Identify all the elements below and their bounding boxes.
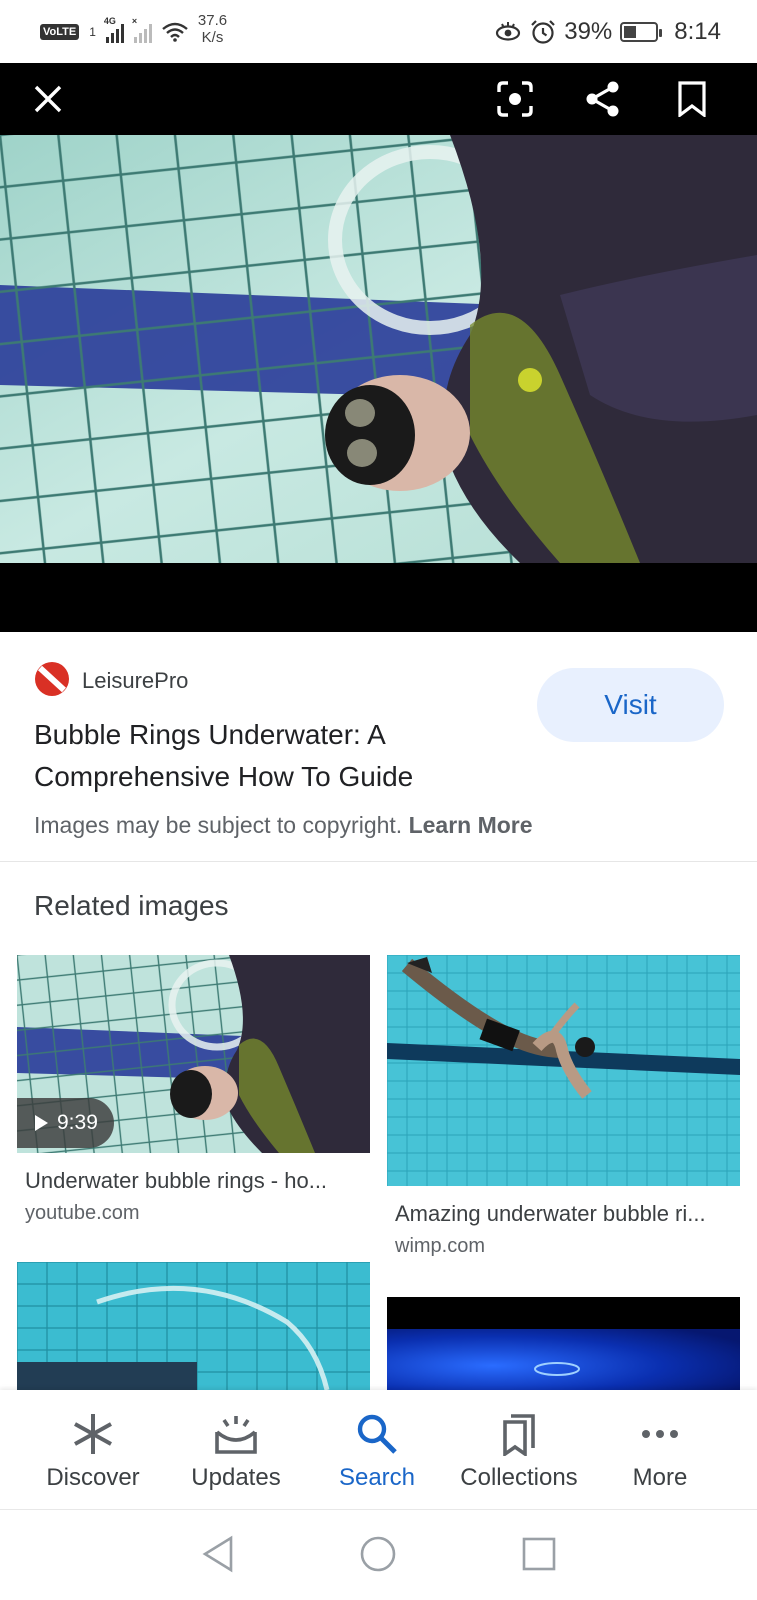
nav-more[interactable]: More [600, 1390, 720, 1509]
visit-button[interactable]: Visit [537, 668, 724, 742]
nav-label-search: Search [338, 1464, 416, 1491]
volte-badge: VoLTE [40, 24, 80, 40]
signal-no-service-icon: × [132, 16, 152, 43]
network-speed-value: 37.6 [197, 12, 228, 29]
asterisk-icon [74, 1414, 112, 1454]
related-title-2[interactable]: Amazing underwater bubble ri... [395, 1201, 706, 1227]
nav-collections[interactable]: Collections [449, 1390, 589, 1509]
home-button[interactable] [356, 1532, 400, 1576]
main-image-drawing [0, 135, 757, 563]
copyright-notice: Images may be subject to copyright. Lear… [34, 812, 533, 839]
related-thumb-2[interactable] [387, 955, 740, 1186]
more-icon [642, 1430, 678, 1438]
nav-updates[interactable]: Updates [176, 1390, 296, 1509]
related-card-3[interactable] [17, 1262, 370, 1390]
source-card: LeisurePro Bubble Rings Underwater: A Co… [0, 632, 757, 862]
clock: 8:14 [674, 18, 721, 45]
copyright-text: Images may be subject to copyright. [34, 812, 403, 838]
divider [0, 861, 757, 862]
close-icon [34, 85, 62, 113]
search-icon [357, 1414, 397, 1454]
video-duration-badge: 9:39 [17, 1098, 114, 1148]
nav-label-more: More [632, 1464, 688, 1491]
play-icon [35, 1115, 48, 1131]
network-type: 4G [103, 16, 116, 26]
related-card-4[interactable] [387, 1297, 740, 1390]
related-title-1[interactable]: Underwater bubble rings - ho... [25, 1168, 327, 1194]
share-icon [586, 81, 619, 117]
learn-more-link[interactable]: Learn More [409, 812, 533, 838]
related-thumb-4-drawing [387, 1297, 740, 1390]
back-button[interactable] [196, 1532, 240, 1576]
recents-button[interactable] [517, 1532, 561, 1576]
related-thumb-2-drawing [387, 955, 740, 1186]
share-button[interactable] [577, 73, 629, 125]
bookmark-button[interactable] [666, 73, 718, 125]
battery-icon [620, 22, 663, 42]
nav-discover[interactable]: Discover [33, 1390, 153, 1509]
wifi-icon [162, 22, 188, 42]
recents-icon [522, 1537, 556, 1571]
signal-strength-icon: 4G [104, 16, 124, 43]
updates-icon [215, 1416, 257, 1454]
status-left: VoLTE 1 4G × 37.6 K/s [40, 12, 227, 46]
nav-label-discover: Discover [46, 1464, 140, 1491]
leisurepro-logo-icon [35, 662, 69, 696]
close-button[interactable] [22, 73, 74, 125]
lens-button[interactable] [489, 73, 541, 125]
network-speed-unit: K/s [201, 29, 224, 46]
sim-indicator-icon: 1 [89, 25, 96, 39]
viewer-toolbar [0, 63, 757, 135]
status-right: 39% 8:14 [494, 18, 721, 46]
related-thumb-3-drawing [17, 1262, 370, 1390]
source-name[interactable]: LeisurePro [82, 668, 188, 694]
network-speed: 37.6 K/s [198, 12, 227, 46]
alarm-icon [531, 20, 556, 44]
video-duration: 9:39 [57, 1111, 98, 1134]
nav-label-updates: Updates [191, 1464, 281, 1491]
related-domain-2: wimp.com [395, 1235, 486, 1257]
nav-label-collections: Collections [460, 1464, 578, 1491]
nav-search[interactable]: Search [317, 1390, 437, 1509]
main-image[interactable] [0, 135, 757, 563]
bottom-navigation: Discover Updates Search Collections More [0, 1390, 757, 1509]
bookmark-icon [678, 81, 706, 117]
home-icon [360, 1536, 396, 1572]
lens-icon [497, 81, 533, 117]
battery-percent: 39% [564, 18, 613, 45]
source-title[interactable]: Bubble Rings Underwater: A Comprehensive… [34, 714, 504, 798]
related-card-2[interactable]: Amazing underwater bubble ri... wimp.com [387, 955, 740, 1259]
system-navigation-bar [0, 1509, 757, 1600]
collections-icon [503, 1414, 535, 1456]
image-viewer [0, 63, 757, 632]
related-domain-1: youtube.com [25, 1202, 140, 1224]
back-icon [202, 1535, 233, 1573]
related-card-1[interactable]: 9:39 Underwater bubble rings - ho... you… [17, 955, 370, 1225]
eye-comfort-icon [496, 22, 521, 41]
related-images-heading: Related images [34, 890, 229, 921]
status-bar: VoLTE 1 4G × 37.6 K/s 39% 8:14 [0, 0, 757, 63]
